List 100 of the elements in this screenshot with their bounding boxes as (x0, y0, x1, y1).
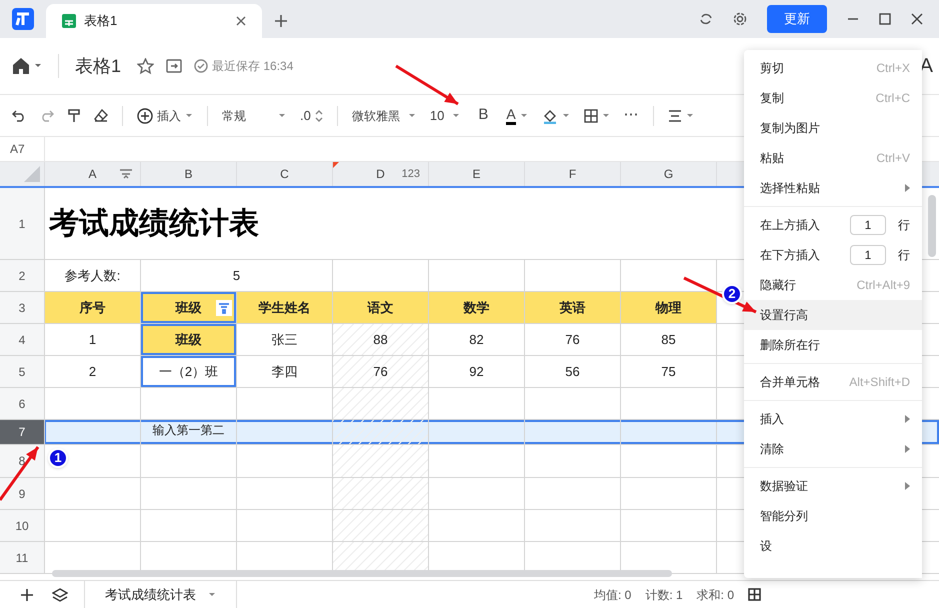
format-painter-icon[interactable] (68, 108, 80, 122)
table-cell: 56 (524, 356, 620, 387)
caret-icon[interactable] (602, 112, 610, 120)
menu-item-label: 剪切 (760, 60, 785, 77)
menu-item[interactable]: 设 (744, 531, 922, 561)
settings-icon[interactable] (733, 12, 747, 26)
borders-icon[interactable] (584, 108, 598, 122)
menu-item[interactable]: 隐藏行 Ctrl+Alt+9 (744, 270, 922, 300)
more-button[interactable]: ⋯ (624, 104, 639, 127)
table-cell: 序号 (44, 292, 140, 323)
menu-item[interactable]: 复制 Ctrl+C (744, 83, 922, 113)
column-header[interactable]: A (44, 162, 140, 186)
maximize-icon[interactable] (879, 13, 891, 25)
caret-icon (185, 112, 193, 120)
menu-item[interactable]: 数据验证 (744, 471, 922, 501)
menu-item[interactable]: 在下方插入 1 行 (744, 240, 922, 270)
number-format-dropdown[interactable]: 常规 (222, 106, 286, 124)
row-header[interactable]: 2 (0, 260, 44, 291)
table-cell: 班级 (140, 292, 236, 323)
close-icon[interactable] (911, 13, 923, 25)
row-header[interactable]: 6 (0, 388, 44, 419)
undo-icon[interactable] (12, 110, 26, 122)
column-header[interactable]: C (236, 162, 332, 186)
menu-item[interactable]: 选择性粘贴 (744, 173, 922, 203)
sheet-tab[interactable]: 考试成绩统计表 (84, 581, 237, 608)
fill-color-icon[interactable] (542, 108, 558, 124)
column-header[interactable]: E (428, 162, 524, 186)
status-stat: 求和: 0 (696, 586, 734, 604)
menu-item-label: 删除所在行 (760, 337, 821, 354)
add-tab-icon[interactable] (274, 14, 288, 28)
menu-item[interactable]: 复制为图片 (744, 113, 922, 143)
row-header[interactable]: 5 (0, 356, 44, 387)
caret-icon (452, 112, 460, 120)
document-tab[interactable]: 表格1 (46, 4, 262, 38)
horizontal-scrollbar[interactable] (52, 570, 672, 577)
collapse-lines-icon[interactable] (120, 169, 132, 179)
eraser-icon[interactable] (94, 109, 108, 122)
row-header[interactable]: 4 (0, 324, 44, 355)
table-cell: 76 (524, 324, 620, 355)
layers-icon[interactable] (52, 588, 68, 602)
menu-item[interactable]: 智能分列 (744, 501, 922, 531)
add-sheet-icon[interactable] (20, 588, 34, 602)
row-header[interactable]: 7 (0, 420, 44, 444)
align-icon[interactable] (668, 110, 682, 122)
stepper-arrows-icon (314, 110, 323, 122)
comment-marker-icon (333, 162, 339, 168)
row-header[interactable]: 10 (0, 510, 44, 541)
check-circle-icon (194, 59, 208, 73)
table-cell: 张三 (236, 324, 332, 355)
column-letter: G (664, 166, 674, 183)
menu-item[interactable]: 粘贴 Ctrl+V (744, 143, 922, 173)
menu-item[interactable]: 合并单元格 Alt+Shift+D (744, 367, 922, 397)
caret-icon[interactable] (34, 62, 42, 70)
column-header[interactable]: B (140, 162, 236, 186)
table-cell: 88 (332, 324, 428, 355)
home-icon[interactable] (12, 57, 30, 75)
font-size-dropdown[interactable]: 10 (430, 106, 460, 126)
decimal-stepper[interactable]: .0 (300, 106, 323, 126)
menu-item[interactable]: 清除 (744, 434, 922, 464)
text-color-button[interactable]: A (506, 106, 528, 124)
column-header[interactable]: F (524, 162, 620, 186)
shortcut-hint: Alt+Shift+D (849, 374, 910, 391)
row-header[interactable]: 8 (0, 445, 44, 477)
insert-button[interactable]: 插入 (137, 106, 193, 124)
menu-item-label: 隐藏行 (760, 277, 797, 294)
row-header[interactable]: 1 (0, 188, 44, 259)
unit-label: 行 (898, 217, 910, 234)
bold-button[interactable]: B (474, 104, 492, 127)
table-cell: 5 (140, 260, 332, 291)
refresh-icon[interactable] (699, 12, 713, 26)
caret-icon (408, 112, 416, 120)
menu-item[interactable]: 删除所在行 (744, 330, 922, 360)
caret-icon[interactable] (562, 112, 570, 120)
table-cell: 一（2）班 (140, 356, 236, 387)
menu-item[interactable]: 设置行高 (744, 300, 922, 330)
caret-icon[interactable] (686, 112, 694, 120)
menu-item[interactable]: 插入 (744, 404, 922, 434)
vertical-scrollbar[interactable] (928, 195, 936, 257)
step-badge: 1 (48, 448, 68, 468)
grid-view-icon[interactable] (748, 588, 761, 601)
count-field[interactable]: 1 (850, 215, 886, 235)
filter-icon[interactable] (216, 300, 232, 316)
document-title[interactable]: 表格1 (75, 52, 122, 80)
count-field[interactable]: 1 (850, 245, 886, 265)
star-icon[interactable] (137, 58, 154, 74)
close-icon[interactable] (236, 16, 246, 26)
spreadsheet-icon (62, 14, 76, 28)
row-header[interactable]: 9 (0, 478, 44, 509)
menu-item-label: 数据验证 (760, 478, 809, 495)
column-header[interactable]: G (620, 162, 716, 186)
unit-label: 行 (898, 247, 910, 264)
column-letter: A (88, 166, 96, 183)
menu-item[interactable]: 剪切 Ctrl+X (744, 53, 922, 83)
row-header[interactable]: 3 (0, 292, 44, 323)
column-header[interactable]: D 123 (332, 162, 428, 186)
row-header[interactable]: 11 (0, 542, 44, 573)
font-dropdown[interactable]: 微软雅黑 (352, 106, 416, 124)
update-button[interactable]: 更新 (767, 5, 827, 33)
menu-item[interactable]: 在上方插入 1 行 (744, 210, 922, 240)
add-circle-icon (137, 108, 153, 124)
